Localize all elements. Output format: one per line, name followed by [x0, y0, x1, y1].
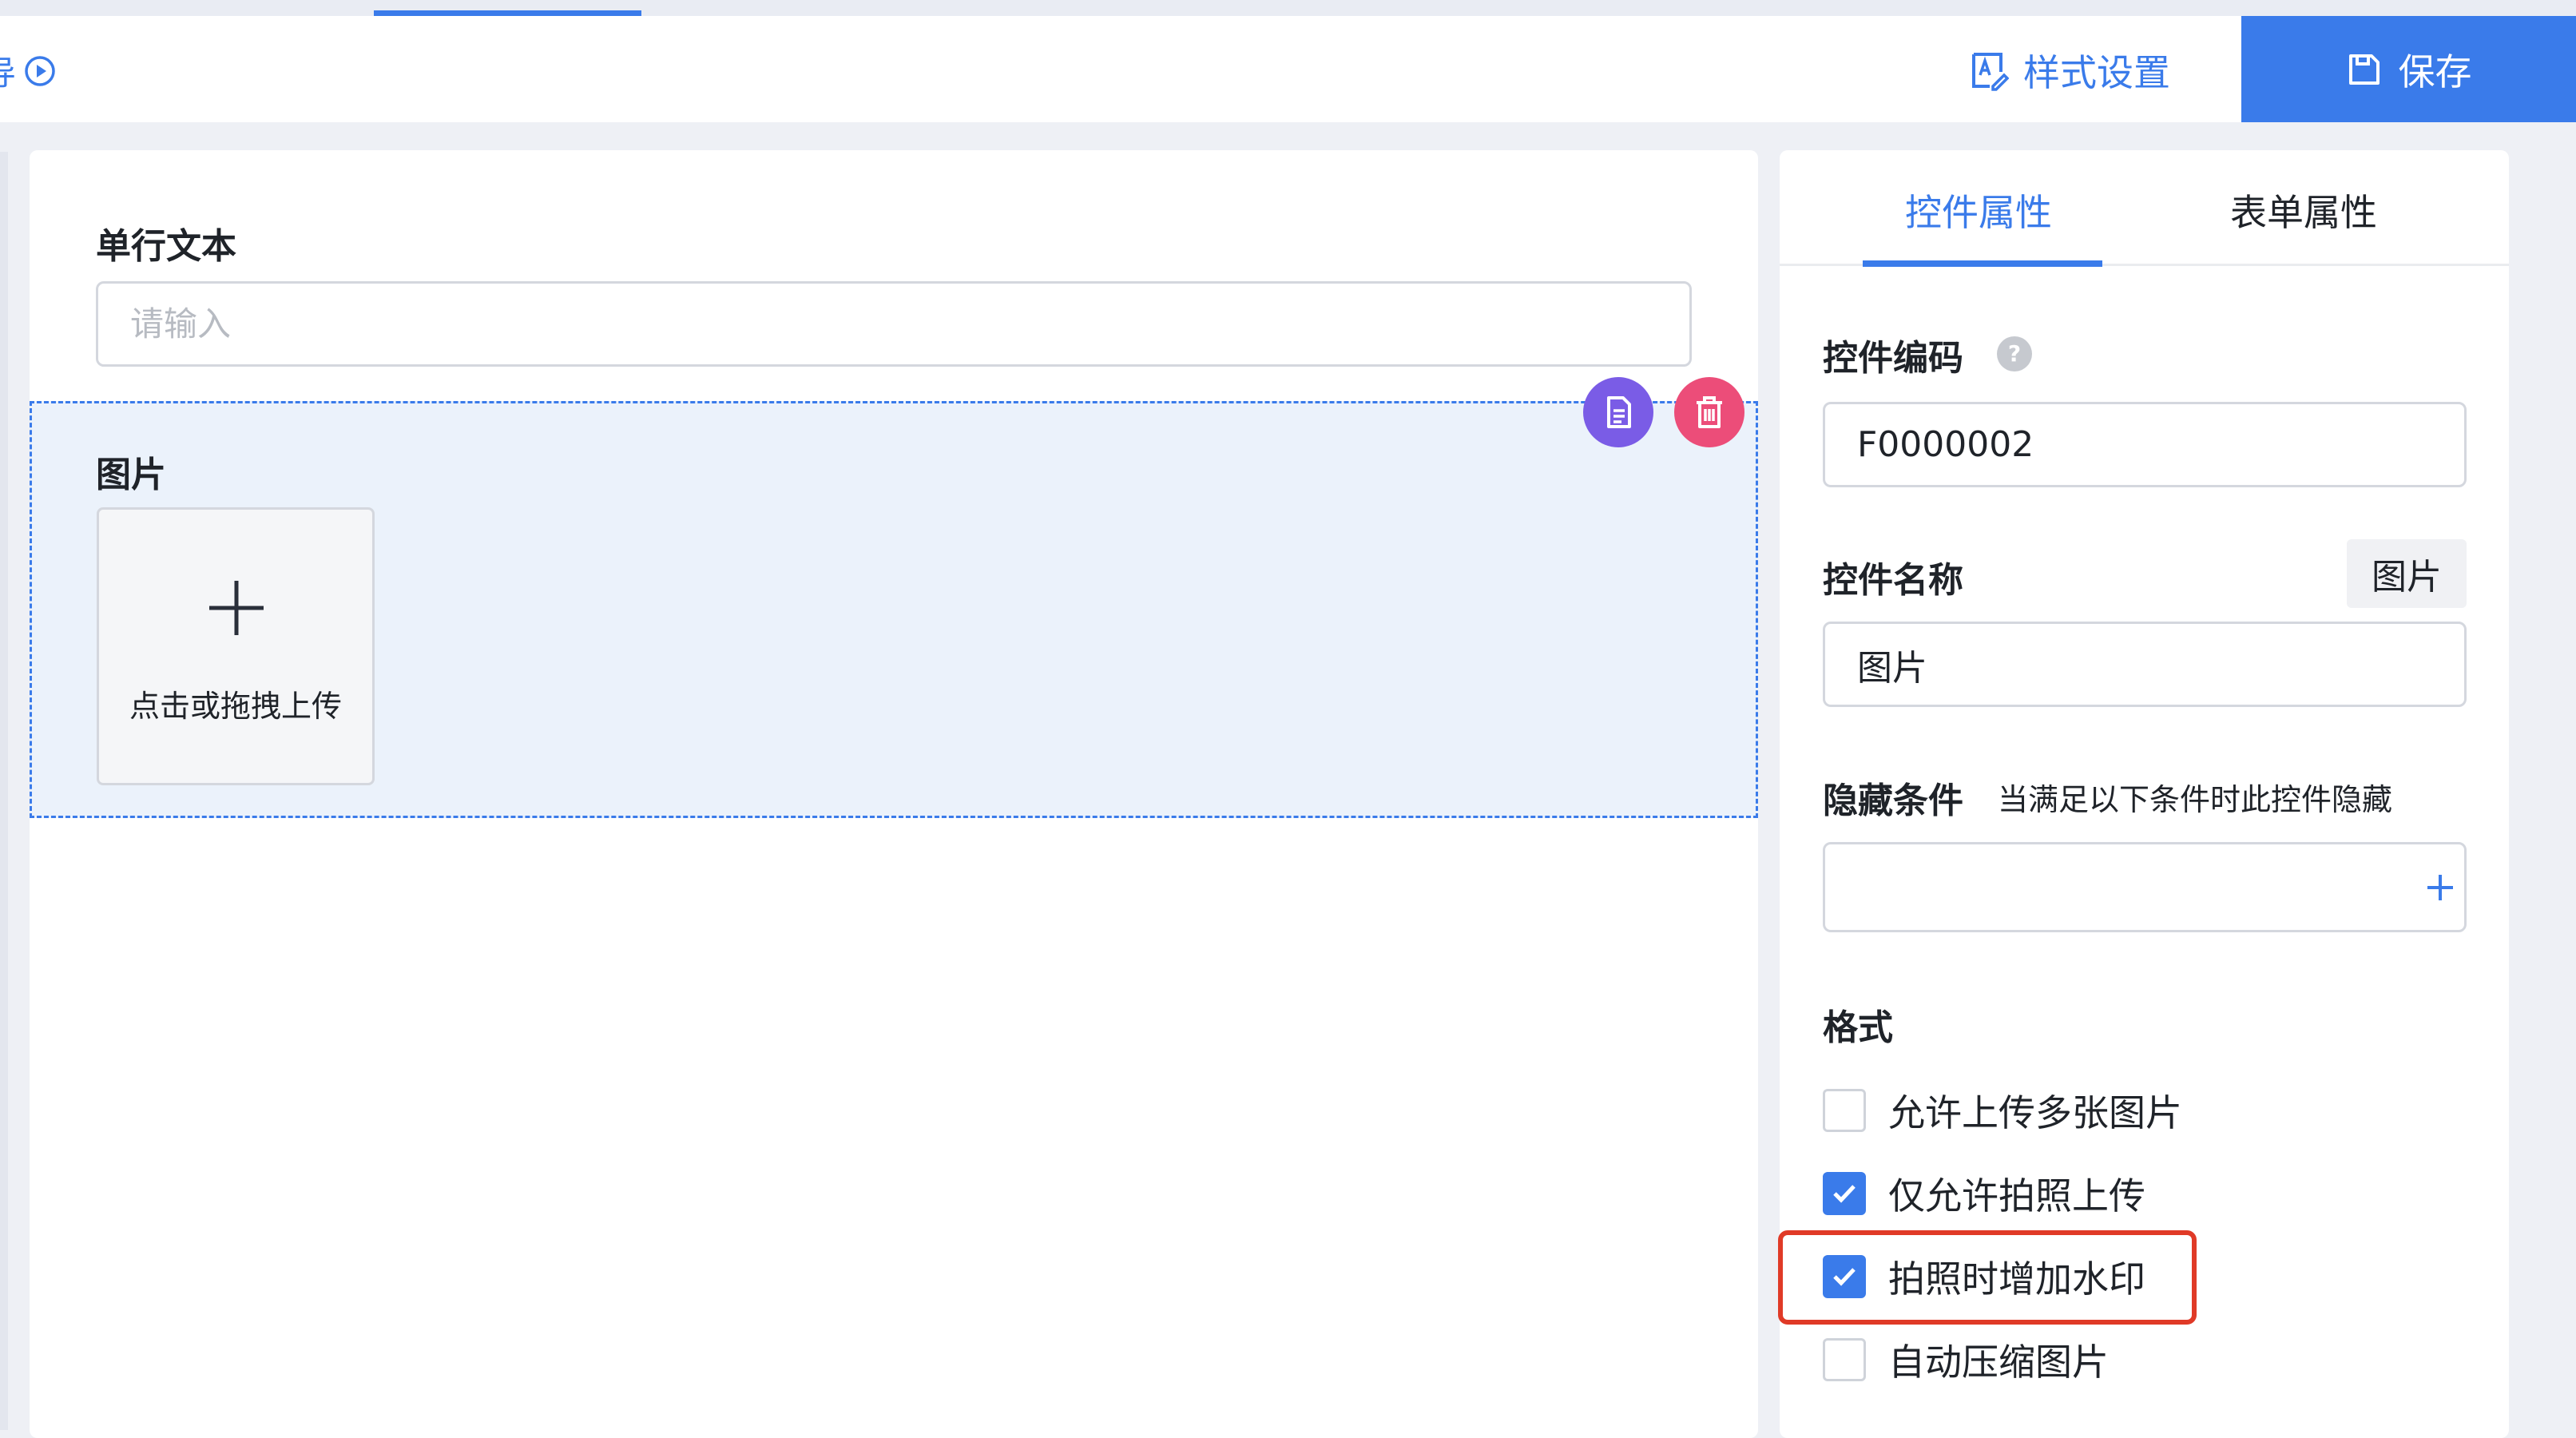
right-edge	[2509, 122, 2576, 1438]
text-field-input[interactable]	[96, 281, 1692, 367]
option-label: 允许上传多张图片	[1888, 1091, 2182, 1134]
help-icon[interactable]: ?	[1995, 335, 2034, 373]
svg-text:?: ?	[2008, 340, 2021, 367]
option-photo-only[interactable]: 仅允许拍照上传	[1823, 1169, 2145, 1218]
highlight-annotation	[1778, 1230, 2197, 1325]
option-label: 自动压缩图片	[1888, 1341, 2109, 1384]
option-label: 仅允许拍照上传	[1888, 1174, 2145, 1218]
checkbox-checked[interactable]	[1823, 1172, 1866, 1215]
control-name-input[interactable]	[1823, 622, 2467, 707]
active-tab-indicator	[1863, 260, 2102, 267]
play-circle-icon	[25, 55, 55, 86]
trash-icon	[1697, 396, 1722, 428]
save-label: 保存	[2398, 50, 2472, 93]
control-name-label: 控件名称	[1823, 560, 1963, 601]
save-button[interactable]: 保存	[2241, 16, 2576, 122]
tab-form-properties[interactable]: 表单属性	[2230, 184, 2377, 236]
style-settings-icon	[1972, 52, 2009, 91]
text-field-label: 单行文本	[96, 226, 236, 267]
style-settings-button[interactable]: 样式设置	[1969, 40, 2170, 100]
left-panel-edge	[0, 152, 8, 1430]
preview-label: 导	[0, 46, 16, 95]
tab-control-properties[interactable]: 控件属性	[1905, 184, 2052, 236]
hide-condition-hint: 当满足以下条件时此控件隐藏	[1998, 782, 2393, 817]
copy-icon	[1607, 396, 1631, 428]
upload-hint: 点击或拖拽上传	[129, 689, 342, 724]
save-icon	[2348, 54, 2380, 85]
header-bar	[0, 16, 2576, 122]
checkbox[interactable]	[1823, 1089, 1866, 1132]
hide-condition-box[interactable]	[1823, 842, 2467, 932]
plus-icon	[209, 581, 264, 635]
control-code-label: 控件编码	[1823, 338, 1963, 379]
image-upload-box[interactable]: 点击或拖拽上传	[97, 507, 375, 785]
checkbox[interactable]	[1823, 1338, 1866, 1381]
copy-button[interactable]	[1583, 377, 1653, 447]
image-field-label: 图片	[96, 455, 166, 495]
hide-condition-label: 隐藏条件	[1823, 781, 1963, 821]
option-multiple-images[interactable]: 允许上传多张图片	[1823, 1086, 2182, 1135]
control-type-tag: 图片	[2347, 539, 2467, 608]
format-label: 格式	[1823, 1007, 1893, 1048]
style-settings-label: 样式设置	[2023, 50, 2170, 94]
add-condition-icon[interactable]	[2426, 873, 2455, 902]
control-code-input[interactable]	[1823, 402, 2467, 487]
check-icon	[1833, 1185, 1856, 1203]
preview-button[interactable]: 导	[0, 46, 56, 95]
delete-button[interactable]	[1674, 377, 1744, 447]
option-auto-compress[interactable]: 自动压缩图片	[1823, 1335, 2109, 1384]
